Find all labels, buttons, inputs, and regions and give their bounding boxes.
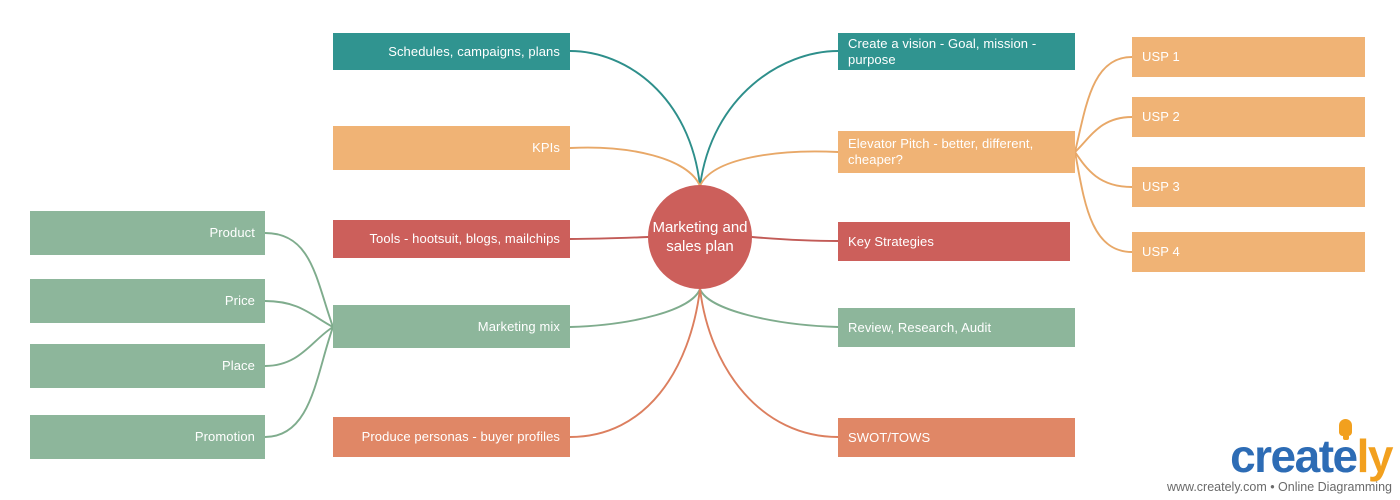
node-label: USP 2 bbox=[1142, 109, 1180, 125]
node-promotion[interactable]: Promotion bbox=[30, 415, 265, 459]
link-usp-1 bbox=[1074, 56, 1133, 153]
link-usp-2 bbox=[1074, 116, 1133, 153]
link-product bbox=[264, 232, 334, 328]
node-elevator-pitch[interactable]: Elevator Pitch - better, different, chea… bbox=[838, 131, 1075, 173]
node-tools[interactable]: Tools - hootsuit, blogs, mailchips bbox=[333, 220, 570, 258]
link-elevator bbox=[699, 150, 839, 187]
node-place[interactable]: Place bbox=[30, 344, 265, 388]
node-label: Marketing mix bbox=[477, 318, 560, 334]
link-promotion bbox=[264, 326, 334, 438]
link-personas bbox=[569, 288, 701, 438]
lightbulb-icon bbox=[1339, 419, 1352, 440]
link-usp-4 bbox=[1074, 151, 1133, 253]
node-marketing-mix[interactable]: Marketing mix bbox=[333, 305, 570, 348]
node-key-strategies[interactable]: Key Strategies bbox=[838, 222, 1070, 261]
link-schedules bbox=[569, 50, 701, 187]
node-label: KPIs bbox=[532, 140, 560, 156]
link-tools bbox=[569, 236, 649, 240]
node-produce-personas[interactable]: Produce personas - buyer profiles bbox=[333, 417, 570, 457]
mindmap-canvas: Product Price Place Promotion Schedules,… bbox=[0, 0, 1400, 500]
link-create-vision bbox=[699, 50, 839, 187]
creately-logo: creately www.creately.com • Online Diagr… bbox=[1152, 419, 1394, 494]
link-key-strategies bbox=[751, 236, 839, 242]
node-label: Elevator Pitch - better, different, chea… bbox=[848, 136, 1034, 167]
node-label: USP 4 bbox=[1142, 244, 1180, 260]
node-usp-4[interactable]: USP 4 bbox=[1132, 232, 1365, 272]
node-swot-tows[interactable]: SWOT/TOWS bbox=[838, 418, 1075, 457]
node-schedules-campaigns-plans[interactable]: Schedules, campaigns, plans bbox=[333, 33, 570, 70]
link-kpis bbox=[569, 146, 701, 187]
node-label: Key Strategies bbox=[848, 233, 934, 249]
node-label: Schedules, campaigns, plans bbox=[388, 43, 560, 59]
link-swot bbox=[699, 288, 839, 438]
node-price[interactable]: Price bbox=[30, 279, 265, 323]
node-product[interactable]: Product bbox=[30, 211, 265, 255]
center-node-label: Marketing and sales plan bbox=[652, 218, 748, 255]
link-price bbox=[264, 300, 334, 328]
link-review bbox=[699, 288, 839, 328]
link-marketing-mix bbox=[569, 288, 701, 328]
node-label: SWOT/TOWS bbox=[848, 429, 931, 445]
node-label: Tools - hootsuit, blogs, mailchips bbox=[369, 231, 560, 247]
link-place bbox=[264, 326, 334, 367]
node-usp-2[interactable]: USP 2 bbox=[1132, 97, 1365, 137]
brand-text-part1: creat bbox=[1230, 430, 1334, 482]
node-kpis[interactable]: KPIs bbox=[333, 126, 570, 170]
node-usp-1[interactable]: USP 1 bbox=[1132, 37, 1365, 77]
node-create-a-vision[interactable]: Create a vision - Goal, mission - purpos… bbox=[838, 33, 1075, 70]
brand-text-part3: ly bbox=[1356, 430, 1394, 482]
node-label: Product bbox=[209, 225, 255, 241]
footer-tagline: www.creately.com • Online Diagramming bbox=[1166, 480, 1392, 494]
center-node-marketing-and-sales-plan[interactable]: Marketing and sales plan bbox=[648, 185, 752, 289]
node-label: Price bbox=[224, 293, 255, 309]
node-usp-3[interactable]: USP 3 bbox=[1132, 167, 1365, 207]
node-label: Create a vision - Goal, mission - purpos… bbox=[848, 35, 1037, 67]
node-label: Produce personas - buyer profiles bbox=[361, 429, 560, 445]
node-label: Place bbox=[221, 358, 255, 374]
creately-wordmark: creately bbox=[1230, 419, 1394, 482]
node-label: USP 3 bbox=[1142, 179, 1180, 195]
link-usp-3 bbox=[1074, 151, 1133, 188]
node-label: Review, Research, Audit bbox=[848, 319, 992, 335]
node-label: USP 1 bbox=[1142, 49, 1180, 65]
node-label: Promotion bbox=[194, 429, 255, 445]
node-review-research-audit[interactable]: Review, Research, Audit bbox=[838, 308, 1075, 347]
